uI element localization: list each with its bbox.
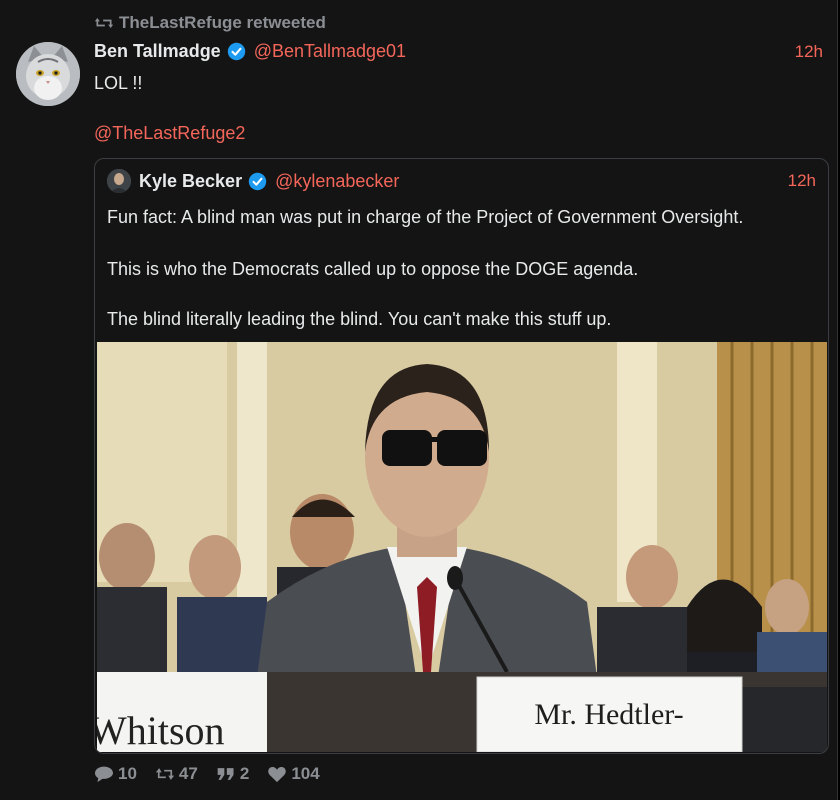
quote-text-line: This is who the Democrats called up to o… (107, 259, 639, 279)
quote-author-row: Kyle Becker @kylenabecker 12h (107, 169, 816, 193)
placard-name-text: Mr. Hedtler- (534, 698, 683, 731)
author-name[interactable]: Ben Tallmadge (94, 41, 221, 62)
quote-text-line: Fun fact: A blind man was put in charge … (107, 207, 744, 227)
retweet-label: TheLastRefuge retweeted (119, 13, 326, 32)
cat-avatar-image (16, 42, 80, 106)
quoted-tweet[interactable]: Kyle Becker @kylenabecker 12h Fun fact: … (94, 158, 829, 754)
author-handle[interactable]: @BenTallmadge01 (254, 41, 406, 62)
quote-button[interactable]: 2 (216, 764, 249, 784)
quote-author-handle[interactable]: @kylenabecker (275, 171, 399, 192)
mention-link[interactable]: @TheLastRefuge2 (94, 123, 245, 144)
reply-icon (95, 766, 113, 783)
retweet-indicator[interactable]: TheLastRefuge retweeted (94, 13, 326, 33)
quote-icon (217, 768, 234, 780)
tweet-text: LOL !! (94, 73, 143, 93)
left-placard-text: Whitson (97, 708, 225, 752)
verified-icon (227, 42, 245, 61)
verified-icon (248, 172, 267, 190)
author-row: Ben Tallmadge @BenTallmadge01 12h (94, 41, 823, 62)
quote-count: 2 (239, 764, 250, 783)
quote-timestamp[interactable]: 12h (788, 171, 816, 191)
like-icon (268, 767, 287, 783)
retweet-count: 47 (178, 764, 198, 783)
retweet-icon (94, 18, 114, 28)
quote-media-image[interactable]: Whitson Mr. Hedtler- (97, 342, 827, 752)
hearing-photo: Whitson Mr. Hedtler- (97, 342, 827, 752)
retweet-icon (155, 768, 175, 780)
like-button[interactable]: 104 (267, 764, 320, 784)
quote-avatar[interactable] (107, 169, 131, 193)
reply-button[interactable]: 10 (94, 764, 137, 784)
reply-count: 10 (118, 764, 137, 783)
quote-author-name[interactable]: Kyle Becker (139, 171, 242, 192)
quote-avatar-image (107, 169, 131, 193)
timestamp[interactable]: 12h (795, 42, 823, 62)
retweet-button[interactable]: 47 (155, 764, 198, 784)
like-count: 104 (291, 764, 320, 783)
avatar[interactable] (16, 42, 80, 106)
quote-text-line: The blind literally leading the blind. Y… (107, 309, 612, 329)
tweet-card[interactable]: TheLastRefuge retweeted Ben Tallmadge @B… (0, 0, 838, 800)
action-bar: 10 47 2 104 (94, 764, 338, 784)
